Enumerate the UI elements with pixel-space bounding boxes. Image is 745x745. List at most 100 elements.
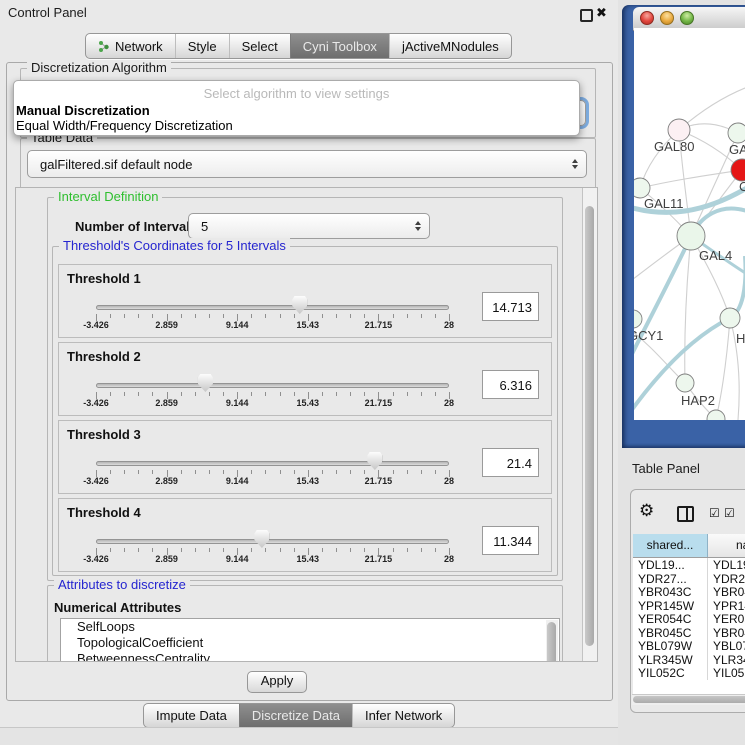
- slider-tick-icon: [364, 548, 365, 552]
- horizontal-scrollbar[interactable]: [632, 694, 745, 705]
- slider-tick-icon: [407, 392, 408, 396]
- threshold-value-field[interactable]: 6.316: [482, 370, 539, 399]
- network-canvas[interactable]: GAL80GACGAL11GAL4GCY1HHAP2: [634, 28, 745, 420]
- slider-tick-icon: [393, 392, 394, 396]
- table-cell: YPR145W: [633, 599, 708, 613]
- slider-thumb[interactable]: [254, 530, 269, 548]
- close-icon[interactable]: ✖: [596, 5, 607, 21]
- network-icon: [98, 40, 110, 53]
- slider-tick-icon: [294, 314, 295, 318]
- tab-jactivemnodules[interactable]: jActiveMNodules: [389, 34, 511, 58]
- zoom-traffic-light-icon[interactable]: [680, 11, 694, 25]
- node-label: H: [736, 331, 745, 346]
- table-row[interactable]: YDR27...YDR27: [633, 572, 745, 586]
- tab-cyni-toolbox[interactable]: Cyni Toolbox: [290, 34, 389, 58]
- network-node[interactable]: [668, 119, 690, 141]
- slider-tick-label: 9.144: [226, 476, 249, 486]
- checkbox-icon[interactable]: ☑: [724, 506, 735, 520]
- slider-tick-label: -3.426: [83, 398, 109, 408]
- node-label: HAP2: [681, 393, 715, 408]
- interval-definition-title: Interval Definition: [54, 189, 162, 204]
- threshold-label: Threshold 4: [67, 505, 141, 520]
- slider-track[interactable]: [96, 383, 449, 388]
- table-row[interactable]: YIL052CYIL05: [633, 666, 745, 680]
- tab-impute-data[interactable]: Impute Data: [144, 704, 239, 727]
- slider-thumb[interactable]: [292, 296, 307, 314]
- list-scrollbar[interactable]: [546, 620, 558, 662]
- close-traffic-light-icon[interactable]: [640, 11, 654, 25]
- network-edge: [685, 236, 691, 383]
- tab-infer-network[interactable]: Infer Network: [352, 704, 454, 727]
- gear-icon[interactable]: ⚙: [639, 502, 654, 519]
- algorithm-option[interactable]: Equal Width/Frequency Discretization: [16, 118, 577, 133]
- slider-tick-label: 28: [444, 554, 454, 564]
- numerical-attributes-list[interactable]: SelfLoopsTopologicalCoefficientBetweenne…: [60, 618, 560, 662]
- control-panel-title: Control Panel: [8, 5, 87, 20]
- node-label: GAL11: [644, 196, 684, 211]
- checkbox-icon[interactable]: ☑: [709, 506, 720, 520]
- bottom-tab-bar: Impute DataDiscretize DataInfer Network: [143, 703, 455, 728]
- list-scrollbar-thumb[interactable]: [547, 622, 556, 662]
- attributes-group-title: Attributes to discretize: [54, 577, 190, 592]
- tab-discretize-data[interactable]: Discretize Data: [239, 704, 352, 727]
- slider-tick-icon: [223, 470, 224, 474]
- slider-tick-icon: [265, 314, 266, 318]
- slider-thumb[interactable]: [367, 452, 382, 470]
- network-view-window[interactable]: GAL80GACGAL11GAL4GCY1HHAP2: [622, 5, 745, 448]
- slider-track[interactable]: [96, 305, 449, 310]
- network-edge: [640, 170, 742, 188]
- split-column-icon[interactable]: [677, 506, 694, 522]
- tab-select[interactable]: Select: [229, 34, 290, 58]
- horizontal-scrollbar-thumb[interactable]: [633, 696, 745, 703]
- minimize-traffic-light-icon[interactable]: [660, 11, 674, 25]
- list-item[interactable]: SelfLoops: [61, 619, 559, 635]
- network-node[interactable]: [634, 178, 650, 198]
- network-node[interactable]: [634, 310, 642, 328]
- table-row[interactable]: YPR145WYPR14: [633, 599, 745, 613]
- table-row[interactable]: YER054CYER05: [633, 612, 745, 626]
- vertical-scrollbar-thumb[interactable]: [585, 206, 594, 646]
- threshold-value-field[interactable]: 14.713: [482, 292, 539, 321]
- table-row[interactable]: YLR345WYLR34: [633, 653, 745, 667]
- threshold-panel: Threshold 4-3.4262.8599.14415.4321.71528…: [58, 498, 552, 572]
- list-item[interactable]: TopologicalCoefficient: [61, 635, 559, 651]
- table-data-select[interactable]: galFiltered.sif default node: [27, 150, 587, 178]
- slider-tick-icon: [322, 470, 323, 474]
- threshold-label: Threshold 3: [67, 427, 141, 442]
- network-node[interactable]: [728, 123, 745, 143]
- network-edge: [716, 318, 730, 419]
- slider-tick-label: 21.715: [365, 476, 393, 486]
- list-item[interactable]: BetweennessCentrality: [61, 651, 559, 662]
- vertical-scrollbar[interactable]: [582, 188, 597, 661]
- tab-network[interactable]: Network: [86, 34, 175, 58]
- slider-track[interactable]: [96, 461, 449, 466]
- slider-thumb[interactable]: [198, 374, 213, 392]
- number-of-intervals-select[interactable]: 5: [188, 213, 430, 239]
- network-node[interactable]: [676, 374, 694, 392]
- table-row[interactable]: YBR043CYBR04: [633, 585, 745, 599]
- numerical-attributes-label: Numerical Attributes: [54, 600, 181, 615]
- column-header-name[interactable]: na: [708, 534, 745, 557]
- network-node[interactable]: [720, 308, 740, 328]
- slider-tick-icon: [152, 314, 153, 318]
- threshold-value-field[interactable]: 11.344: [482, 526, 539, 555]
- algorithm-option[interactable]: Manual Discretization: [16, 103, 577, 118]
- apply-button[interactable]: Apply: [247, 671, 307, 693]
- tab-style[interactable]: Style: [175, 34, 229, 58]
- slider-tick-icon: [350, 392, 351, 396]
- tab-label: Style: [188, 39, 217, 54]
- slider-track[interactable]: [96, 539, 449, 544]
- column-header-shared-name[interactable]: shared...: [633, 534, 708, 557]
- slider-tick-icon: [138, 392, 139, 396]
- table-row[interactable]: YDL19...YDL19: [633, 558, 745, 572]
- table-row[interactable]: YBL079WYBL07: [633, 639, 745, 653]
- network-node[interactable]: [677, 222, 705, 250]
- network-graph: GAL80GACGAL11GAL4GCY1HHAP2: [634, 28, 745, 420]
- slider-tick-icon: [280, 314, 281, 318]
- network-node[interactable]: [707, 410, 725, 420]
- slider-tick-label: 15.43: [297, 320, 320, 330]
- float-window-icon[interactable]: [580, 9, 593, 22]
- slider-tick-icon: [350, 548, 351, 552]
- table-row[interactable]: YBR045CYBR04: [633, 626, 745, 640]
- threshold-value-field[interactable]: 21.4: [482, 448, 539, 477]
